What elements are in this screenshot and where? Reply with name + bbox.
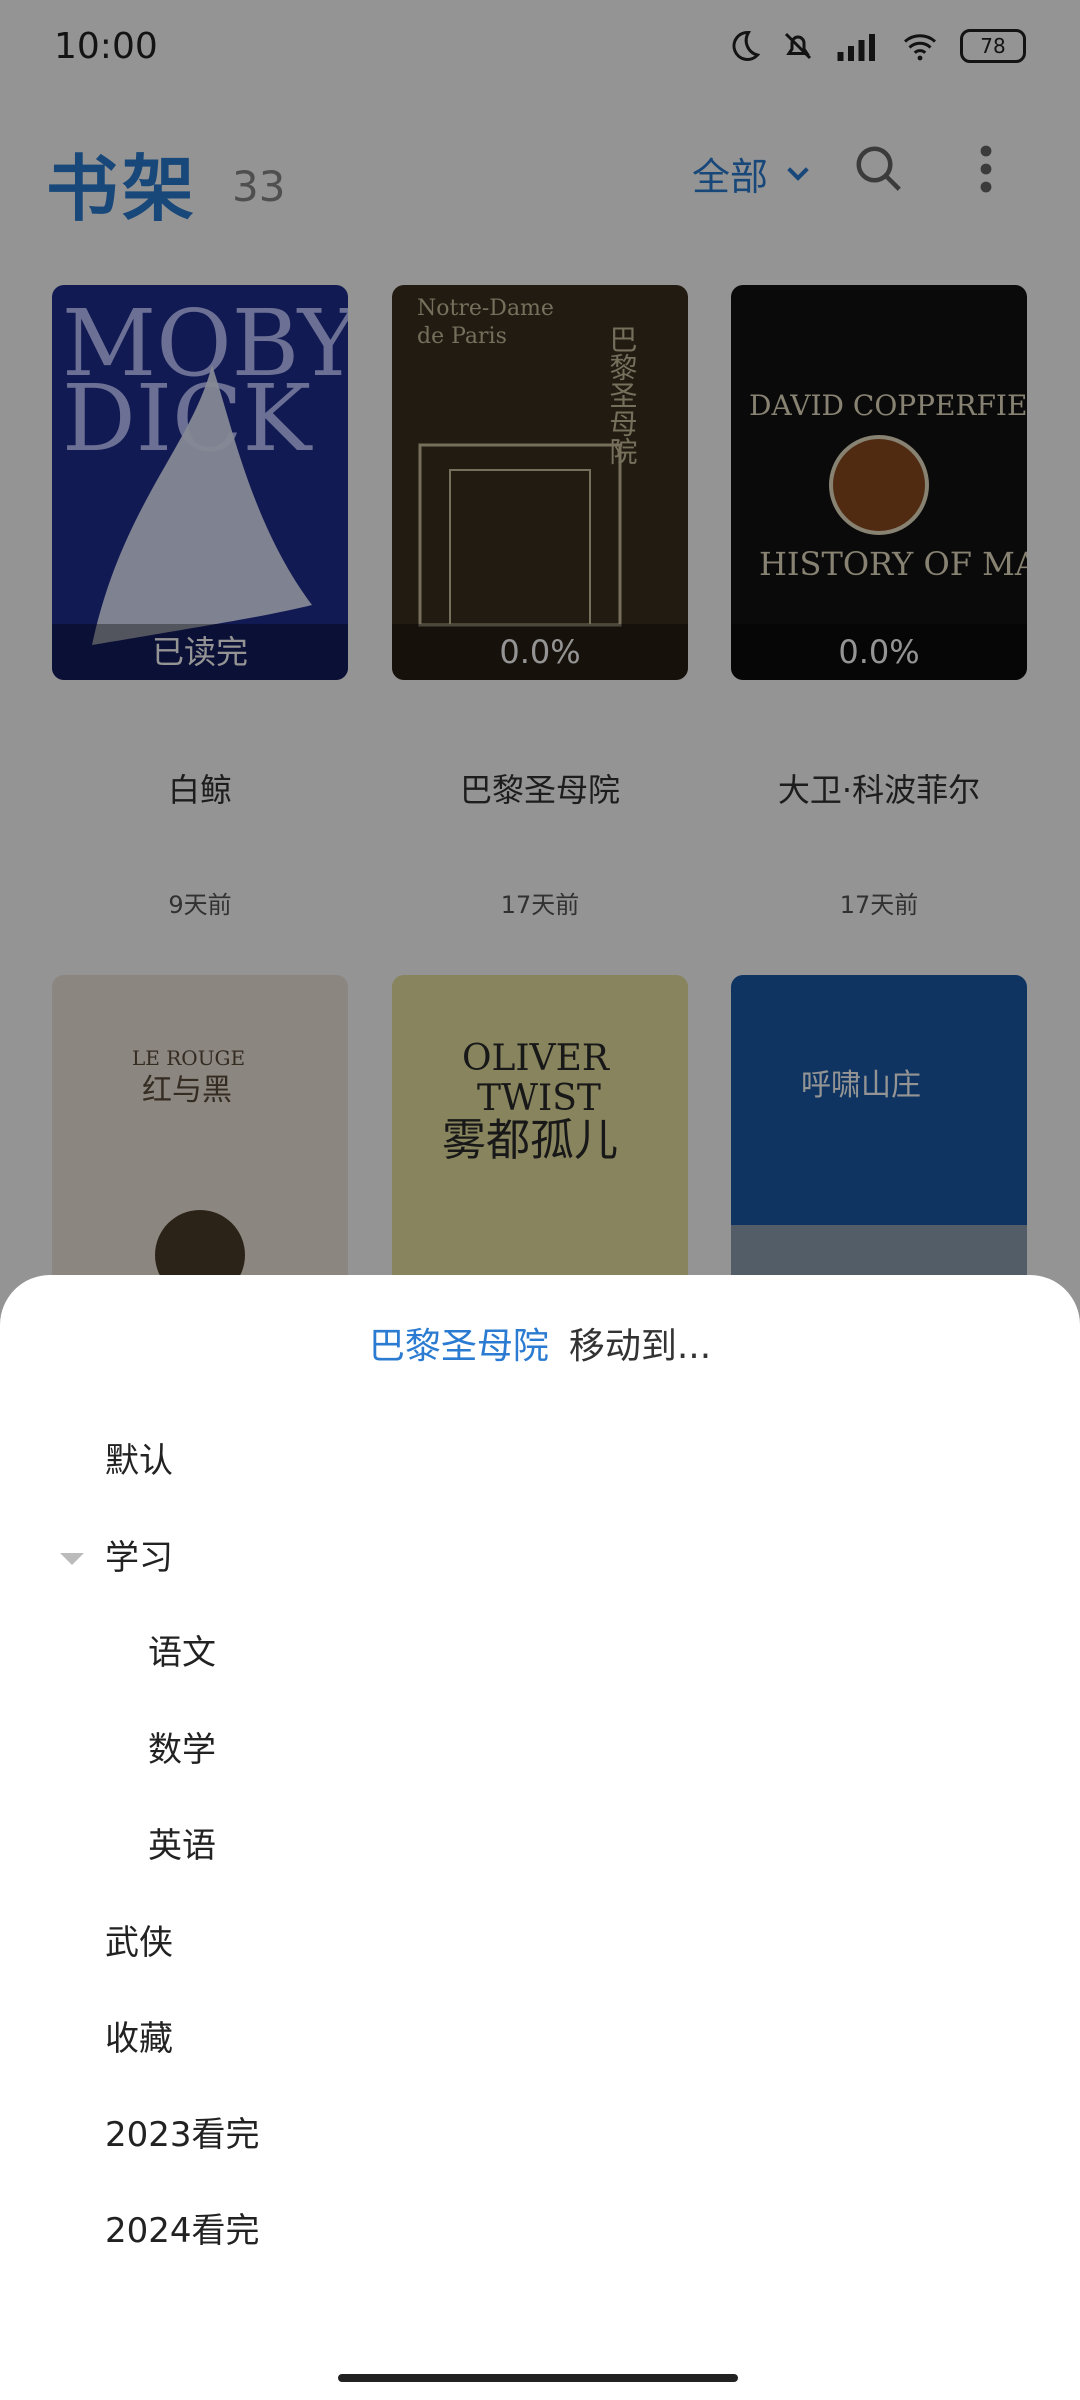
caret-down-icon[interactable]	[60, 1553, 84, 1565]
sheet-move-to-label: 移动到...	[568, 1326, 712, 1367]
folder-item-study[interactable]: 学习	[105, 1530, 173, 1579]
folder-item-wuxia[interactable]: 武侠	[105, 1915, 173, 1964]
folder-item-math[interactable]: 数学	[148, 1722, 216, 1771]
folder-item-2024[interactable]: 2024看完	[105, 2203, 260, 2252]
folder-item-english[interactable]: 英语	[148, 1818, 216, 1867]
folder-item-favorites[interactable]: 收藏	[105, 2011, 173, 2060]
folder-item-chinese[interactable]: 语文	[148, 1625, 216, 1674]
home-indicator[interactable]	[338, 2374, 738, 2382]
folder-item-default[interactable]: 默认	[105, 1433, 173, 1482]
move-to-sheet: 巴黎圣母院 移动到... 默认 学习 语文 数学 英语 武侠 收藏 2023看完 …	[0, 1275, 1080, 2400]
sheet-book-name: 巴黎圣母院	[368, 1326, 549, 1367]
sheet-header: 巴黎圣母院 移动到...	[0, 1317, 1080, 1369]
folder-item-2023[interactable]: 2023看完	[105, 2107, 260, 2156]
